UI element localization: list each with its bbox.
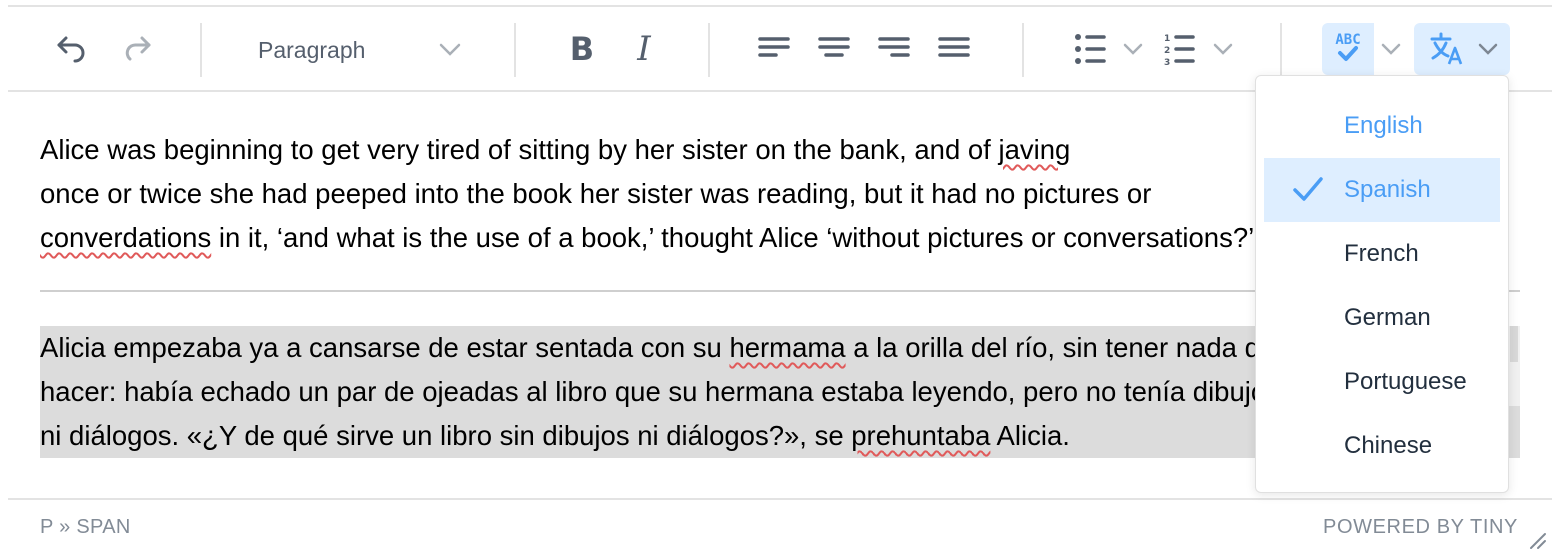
- align-left-icon: [758, 37, 790, 57]
- spellcheck-icon: ABC: [1335, 32, 1361, 61]
- misspelled-word[interactable]: javing: [998, 134, 1070, 165]
- bold-button[interactable]: B: [560, 23, 604, 75]
- undo-icon: [57, 36, 85, 63]
- undo-button[interactable]: [48, 23, 96, 75]
- toolbar-separator: [1280, 23, 1282, 77]
- italic-button[interactable]: I: [622, 23, 666, 75]
- bullet-list-options-button[interactable]: [1118, 23, 1148, 75]
- spellchecker-button[interactable]: ABC: [1322, 23, 1374, 75]
- numbered-list-button[interactable]: 1 2 3: [1158, 23, 1204, 75]
- scrollbar-thumb[interactable]: [1510, 326, 1518, 362]
- powered-by-link[interactable]: POWERED BY TINY: [1323, 516, 1518, 539]
- chevron-down-icon: [1478, 43, 1498, 55]
- align-right-button[interactable]: [872, 23, 916, 75]
- bullet-list-icon: [1075, 34, 1106, 64]
- align-justify-icon: [938, 37, 970, 57]
- redo-icon: [125, 36, 151, 61]
- language-option-french[interactable]: French: [1264, 222, 1500, 286]
- align-right-icon: [878, 37, 910, 57]
- numbered-list-options-button[interactable]: [1208, 23, 1238, 75]
- align-justify-button[interactable]: [932, 23, 976, 75]
- misspelled-word[interactable]: hermama: [729, 332, 845, 363]
- misspelled-word[interactable]: converdations: [40, 222, 211, 253]
- chevron-down-icon: [1123, 43, 1143, 55]
- chevron-down-icon: [439, 43, 461, 56]
- align-center-button[interactable]: [812, 23, 856, 75]
- element-path[interactable]: P » SPAN: [40, 516, 131, 539]
- misspelled-word[interactable]: prehuntaba: [851, 420, 990, 451]
- numbered-list-icon: 1 2 3: [1164, 34, 1195, 66]
- toolbar-separator: [200, 23, 202, 77]
- align-left-button[interactable]: [752, 23, 796, 75]
- svg-text:1: 1: [1164, 34, 1170, 44]
- toolbar-separator: [1022, 23, 1024, 77]
- checkmark-icon: [1293, 177, 1323, 201]
- language-option-chinese[interactable]: Chinese: [1264, 414, 1500, 478]
- language-menu: English Spanish French German Portuguese…: [1255, 75, 1509, 493]
- chevron-down-icon: [1213, 43, 1233, 55]
- chevron-down-icon: [1381, 43, 1401, 55]
- italic-icon: I: [637, 29, 651, 69]
- language-option-portuguese[interactable]: Portuguese: [1264, 350, 1500, 414]
- spellchecker-options-button[interactable]: [1376, 23, 1406, 75]
- blocks-label: Paragraph: [258, 37, 366, 63]
- resize-handle-icon[interactable]: [1528, 530, 1548, 550]
- svg-text:ABC: ABC: [1335, 32, 1360, 48]
- align-center-icon: [818, 37, 850, 57]
- bullet-list-button[interactable]: [1068, 23, 1114, 75]
- statusbar: P » SPAN POWERED BY TINY: [8, 498, 1552, 552]
- svg-text:2: 2: [1164, 46, 1170, 56]
- language-option-spanish[interactable]: Spanish: [1264, 158, 1500, 222]
- redo-button[interactable]: [112, 23, 160, 75]
- language-button[interactable]: [1414, 23, 1510, 75]
- language-option-english[interactable]: English: [1264, 94, 1500, 158]
- bold-icon: B: [569, 30, 595, 68]
- svg-text:3: 3: [1164, 58, 1170, 66]
- toolbar-separator: [514, 23, 516, 77]
- language-option-german[interactable]: German: [1264, 286, 1500, 350]
- translate-icon: [1430, 32, 1463, 65]
- toolbar-separator: [708, 23, 710, 77]
